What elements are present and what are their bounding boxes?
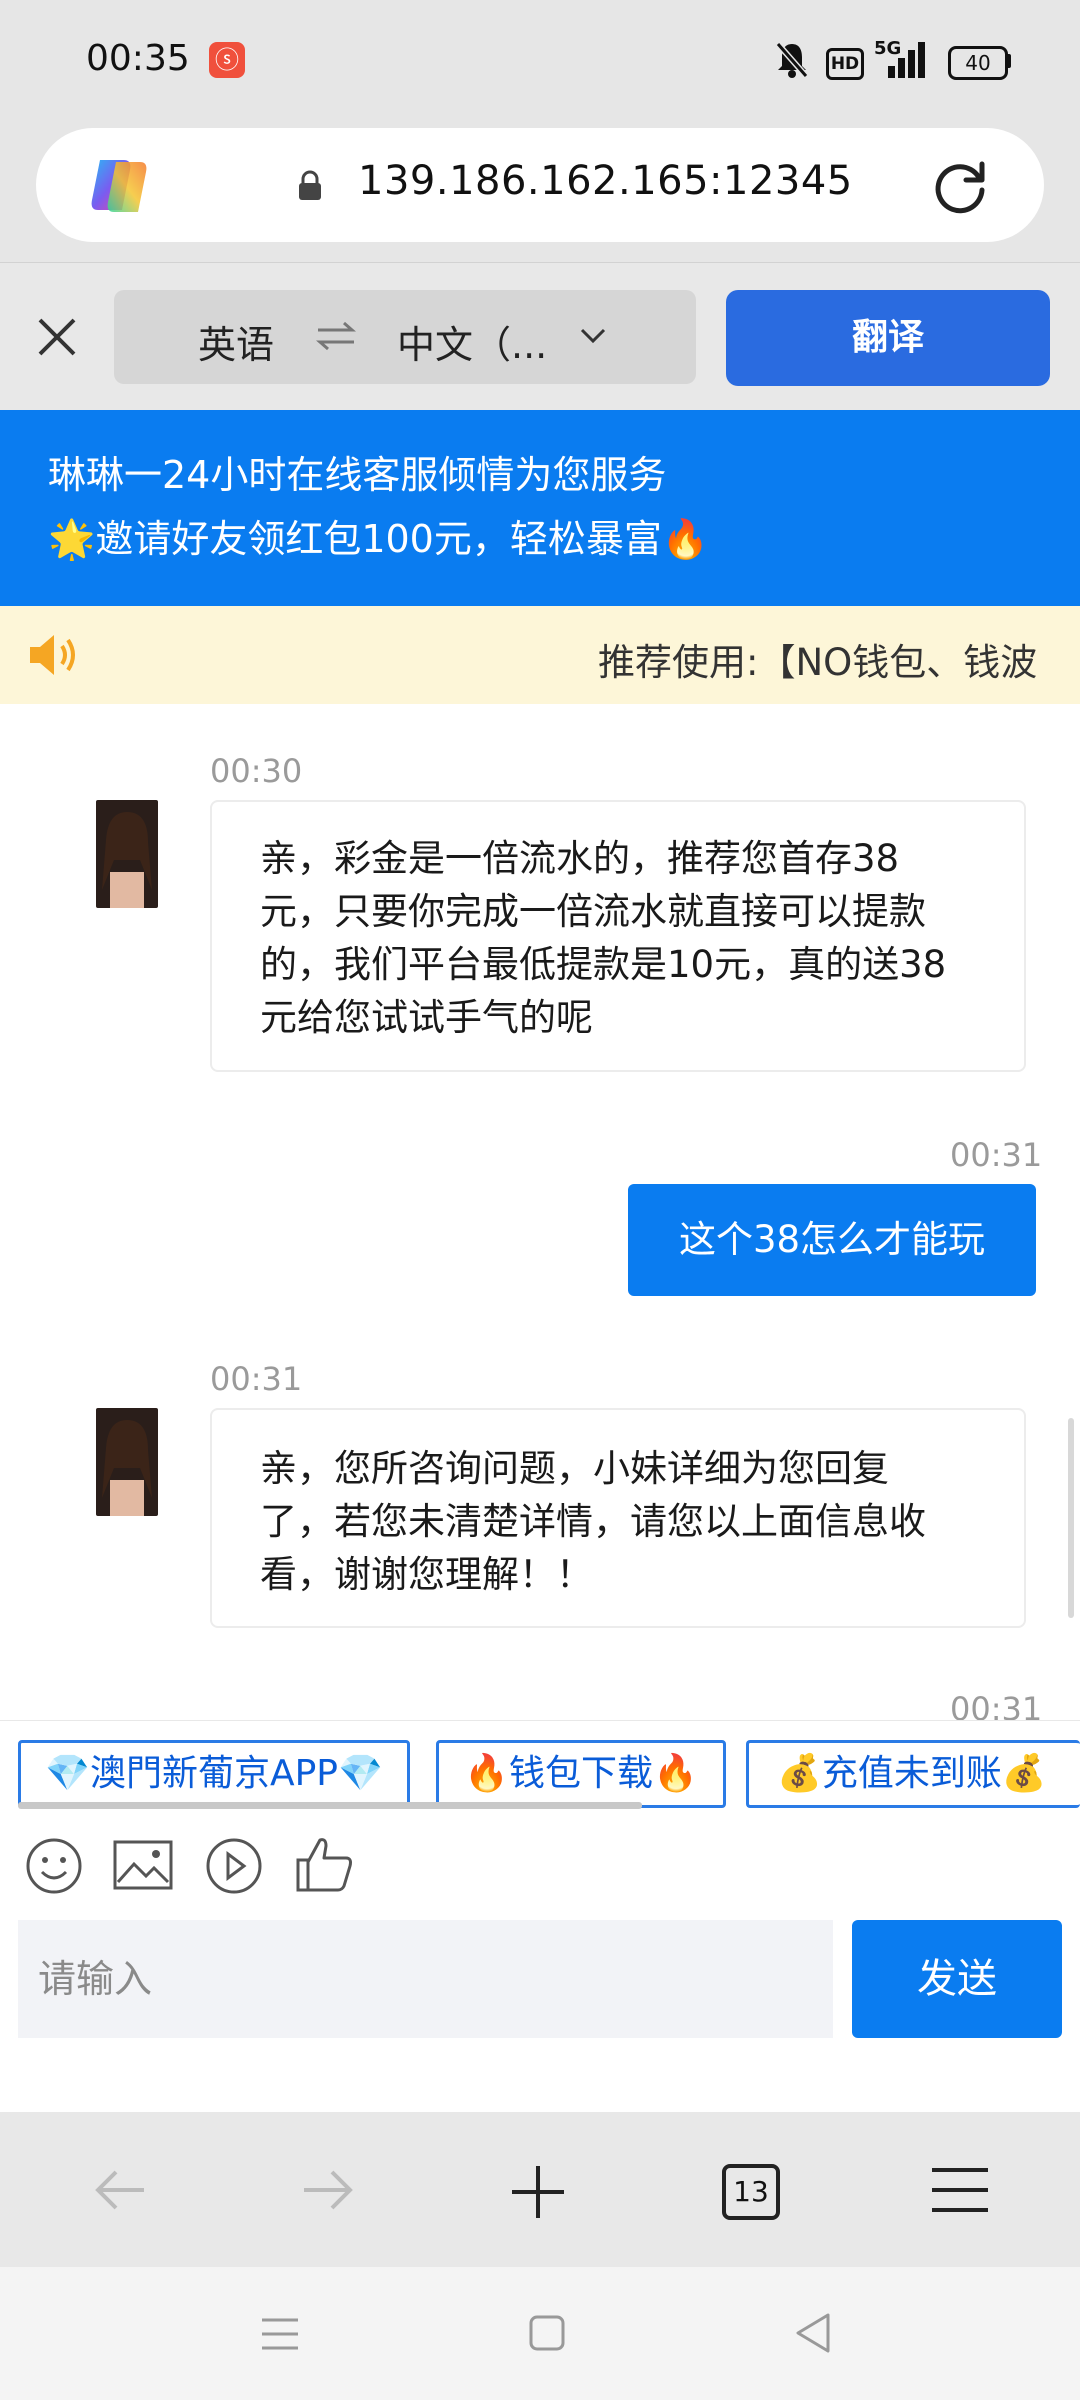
message-line: 的，我们平台最低提款是10元，真的送38 — [260, 943, 947, 986]
thumbs-up-icon[interactable] — [294, 1834, 356, 1894]
message-time: 00:31 — [950, 1690, 1043, 1720]
banner-title: 琳琳一24小时在线客服倾情为您服务 — [48, 453, 667, 497]
source-language[interactable]: 英语 — [198, 314, 274, 369]
copilot-logo-icon[interactable] — [86, 154, 154, 218]
message-bubble-outgoing: 这个38怎么才能玩 — [628, 1184, 1036, 1296]
emoji-icon[interactable] — [24, 1836, 84, 1896]
message-line: 看，谢谢您理解！！ — [260, 1553, 593, 1596]
app-notification-icon: ⓢ — [209, 42, 245, 78]
swap-language-icon[interactable] — [316, 320, 356, 352]
signal-icon — [888, 42, 925, 78]
image-icon[interactable] — [112, 1836, 174, 1894]
message-time: 00:30 — [210, 752, 303, 790]
chat-scrollbar[interactable] — [1068, 1418, 1074, 1618]
quick-reply-button[interactable]: 🔥钱包下载🔥 — [436, 1740, 726, 1808]
close-icon[interactable] — [36, 316, 78, 358]
lock-icon — [299, 170, 321, 200]
url-text[interactable]: 139.186.162.165:12345 — [358, 158, 853, 204]
target-language[interactable]: 中文（... — [397, 314, 547, 369]
battery-tip — [1006, 54, 1011, 68]
back-arrow-icon[interactable] — [92, 2166, 148, 2214]
message-time: 00:31 — [210, 1360, 303, 1398]
message-time: 00:31 — [950, 1136, 1043, 1174]
message-line: 了，若您未清楚详情，请您以上面信息收 — [260, 1500, 926, 1543]
send-button[interactable]: 发送 — [852, 1920, 1062, 2038]
message-input[interactable] — [18, 1920, 833, 2038]
message-line: 元，只要你完成一倍流水就直接可以提款 — [260, 890, 926, 933]
message-line: 亲，彩金是一倍流水的，推荐您首存38 — [260, 837, 900, 880]
home-icon[interactable] — [528, 2314, 566, 2352]
battery-icon: 40 — [948, 46, 1008, 80]
menu-icon[interactable] — [930, 2166, 990, 2214]
message-bubble-incoming: 亲，您所咨询问题，小妹详细为您回复 了，若您未清楚详情，请您以上面信息收 看，谢… — [210, 1408, 1026, 1628]
message-line: 元给您试试手气的呢 — [260, 996, 593, 1039]
quick-reply-button[interactable]: 💰充值未到账💰 — [746, 1740, 1080, 1808]
message-line: 亲，您所咨询问题，小妹详细为您回复 — [260, 1447, 889, 1490]
speaker-icon — [30, 635, 75, 675]
quick-reply-button[interactable]: 💎澳門新葡京APP💎 — [18, 1740, 410, 1808]
forward-arrow-icon[interactable] — [300, 2166, 356, 2214]
notice-marquee-text: 推荐使用:【NO钱包、钱波 — [598, 641, 1038, 684]
message-bubble-incoming: 亲，彩金是一倍流水的，推荐您首存38 元，只要你完成一倍流水就直接可以提款 的，… — [210, 800, 1026, 1072]
reload-icon[interactable] — [930, 156, 990, 216]
recent-apps-icon[interactable] — [260, 2314, 300, 2354]
battery-level: 40 — [965, 51, 991, 75]
translate-button[interactable]: 翻译 — [726, 290, 1050, 386]
new-tab-plus-icon[interactable] — [510, 2164, 566, 2220]
quick-reply-scrollbar[interactable] — [18, 1802, 642, 1809]
chevron-down-icon[interactable] — [578, 326, 608, 346]
status-time: 00:35 — [86, 38, 190, 79]
video-icon[interactable] — [204, 1836, 264, 1896]
mute-bell-icon — [775, 42, 809, 78]
back-triangle-icon[interactable] — [794, 2312, 832, 2354]
agent-avatar[interactable] — [96, 1408, 158, 1516]
hd-icon: HD — [826, 48, 864, 80]
agent-avatar[interactable] — [96, 800, 158, 908]
tabs-count-button[interactable]: 13 — [722, 2164, 780, 2220]
banner-subtitle: 🌟邀请好友领红包100元，轻松暴富🔥 — [48, 517, 710, 561]
